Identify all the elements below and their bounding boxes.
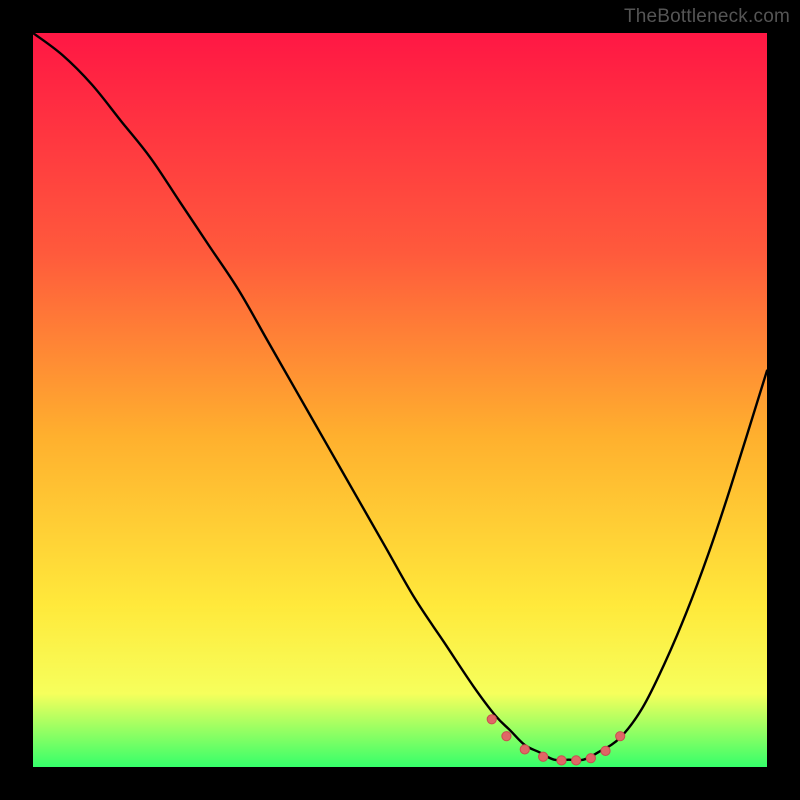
minimum-marker bbox=[520, 745, 529, 754]
minimum-marker bbox=[487, 715, 496, 724]
minimum-marker bbox=[601, 746, 610, 755]
minimum-marker bbox=[557, 756, 566, 765]
gradient-bg bbox=[33, 33, 767, 767]
plot-area bbox=[33, 33, 767, 767]
minimum-marker bbox=[572, 756, 581, 765]
minimum-marker bbox=[586, 754, 595, 763]
minimum-marker bbox=[502, 732, 511, 741]
minimum-marker bbox=[616, 732, 625, 741]
chart-container: TheBottleneck.com bbox=[0, 0, 800, 800]
minimum-marker bbox=[539, 752, 548, 761]
watermark-text: TheBottleneck.com bbox=[624, 6, 790, 28]
chart-svg bbox=[33, 33, 767, 767]
